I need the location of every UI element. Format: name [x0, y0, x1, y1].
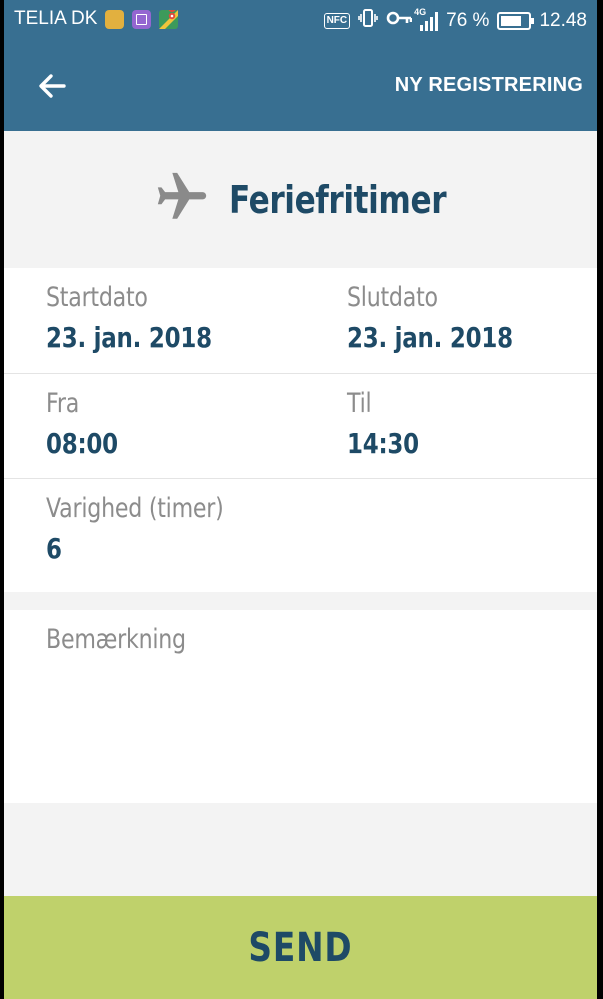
- maps-icon: [159, 3, 179, 29]
- status-bar: TELIA DK NFC 4G 76 % 12.48: [4, 0, 597, 40]
- key-icon: [386, 8, 413, 34]
- registration-form: Startdato 23. jan. 2018 Slutdato 23. jan…: [4, 268, 597, 592]
- clock: 12.48: [539, 10, 587, 31]
- status-right: NFC 4G 76 % 12.48: [323, 7, 587, 34]
- to-time-label: Til: [347, 388, 372, 419]
- network-type: 4G: [414, 7, 427, 17]
- vibrate-icon: [358, 8, 378, 34]
- from-time-value: 08:00: [46, 427, 118, 460]
- date-row: Startdato 23. jan. 2018 Slutdato 23. jan…: [4, 268, 597, 374]
- carrier-name: TELIA DK: [14, 8, 98, 29]
- start-date-field[interactable]: Startdato 23. jan. 2018: [46, 282, 248, 354]
- signal-icon: 4G: [414, 7, 439, 31]
- duration-label: Varighed (timer): [46, 493, 224, 524]
- end-date-value: 23. jan. 2018: [347, 321, 513, 354]
- start-date-value: 23. jan. 2018: [46, 321, 212, 354]
- new-registration-button[interactable]: NY REGISTRERING: [395, 74, 583, 97]
- send-button[interactable]: SEND: [4, 896, 597, 999]
- from-time-label: Fra: [46, 388, 80, 419]
- send-label: SEND: [248, 924, 353, 971]
- to-time-field[interactable]: Til 14:30: [347, 388, 435, 460]
- remark-input[interactable]: [46, 624, 481, 784]
- app-screen: TELIA DK NFC 4G 76 % 12.48 NY REGISTRERI…: [4, 0, 597, 999]
- to-time-value: 14:30: [347, 427, 419, 460]
- page-header: Feriefritimer: [4, 131, 597, 268]
- start-date-label: Startdato: [46, 282, 148, 313]
- page-title: Feriefritimer: [229, 177, 447, 222]
- remark-section: [4, 610, 597, 803]
- duration-value: 6: [46, 532, 62, 565]
- notification-yellow-icon: [105, 9, 125, 29]
- nfc-icon: NFC: [323, 13, 351, 29]
- app-bar: NY REGISTRERING: [4, 40, 597, 131]
- arrow-left-icon: [39, 74, 66, 98]
- end-date-field[interactable]: Slutdato 23. jan. 2018: [347, 282, 549, 354]
- from-time-field[interactable]: Fra 08:00: [46, 388, 134, 460]
- back-button[interactable]: [34, 68, 70, 104]
- airplane-icon: [153, 167, 211, 232]
- gallery-icon: [132, 9, 152, 29]
- duration-field[interactable]: Varighed (timer) 6: [46, 493, 262, 565]
- time-row: Fra 08:00 Til 14:30: [4, 374, 597, 479]
- battery-percent: 76 %: [446, 10, 490, 31]
- status-left: TELIA DK: [14, 3, 179, 30]
- end-date-label: Slutdato: [347, 282, 438, 313]
- battery-icon: [497, 12, 535, 30]
- duration-row: Varighed (timer) 6: [4, 479, 597, 592]
